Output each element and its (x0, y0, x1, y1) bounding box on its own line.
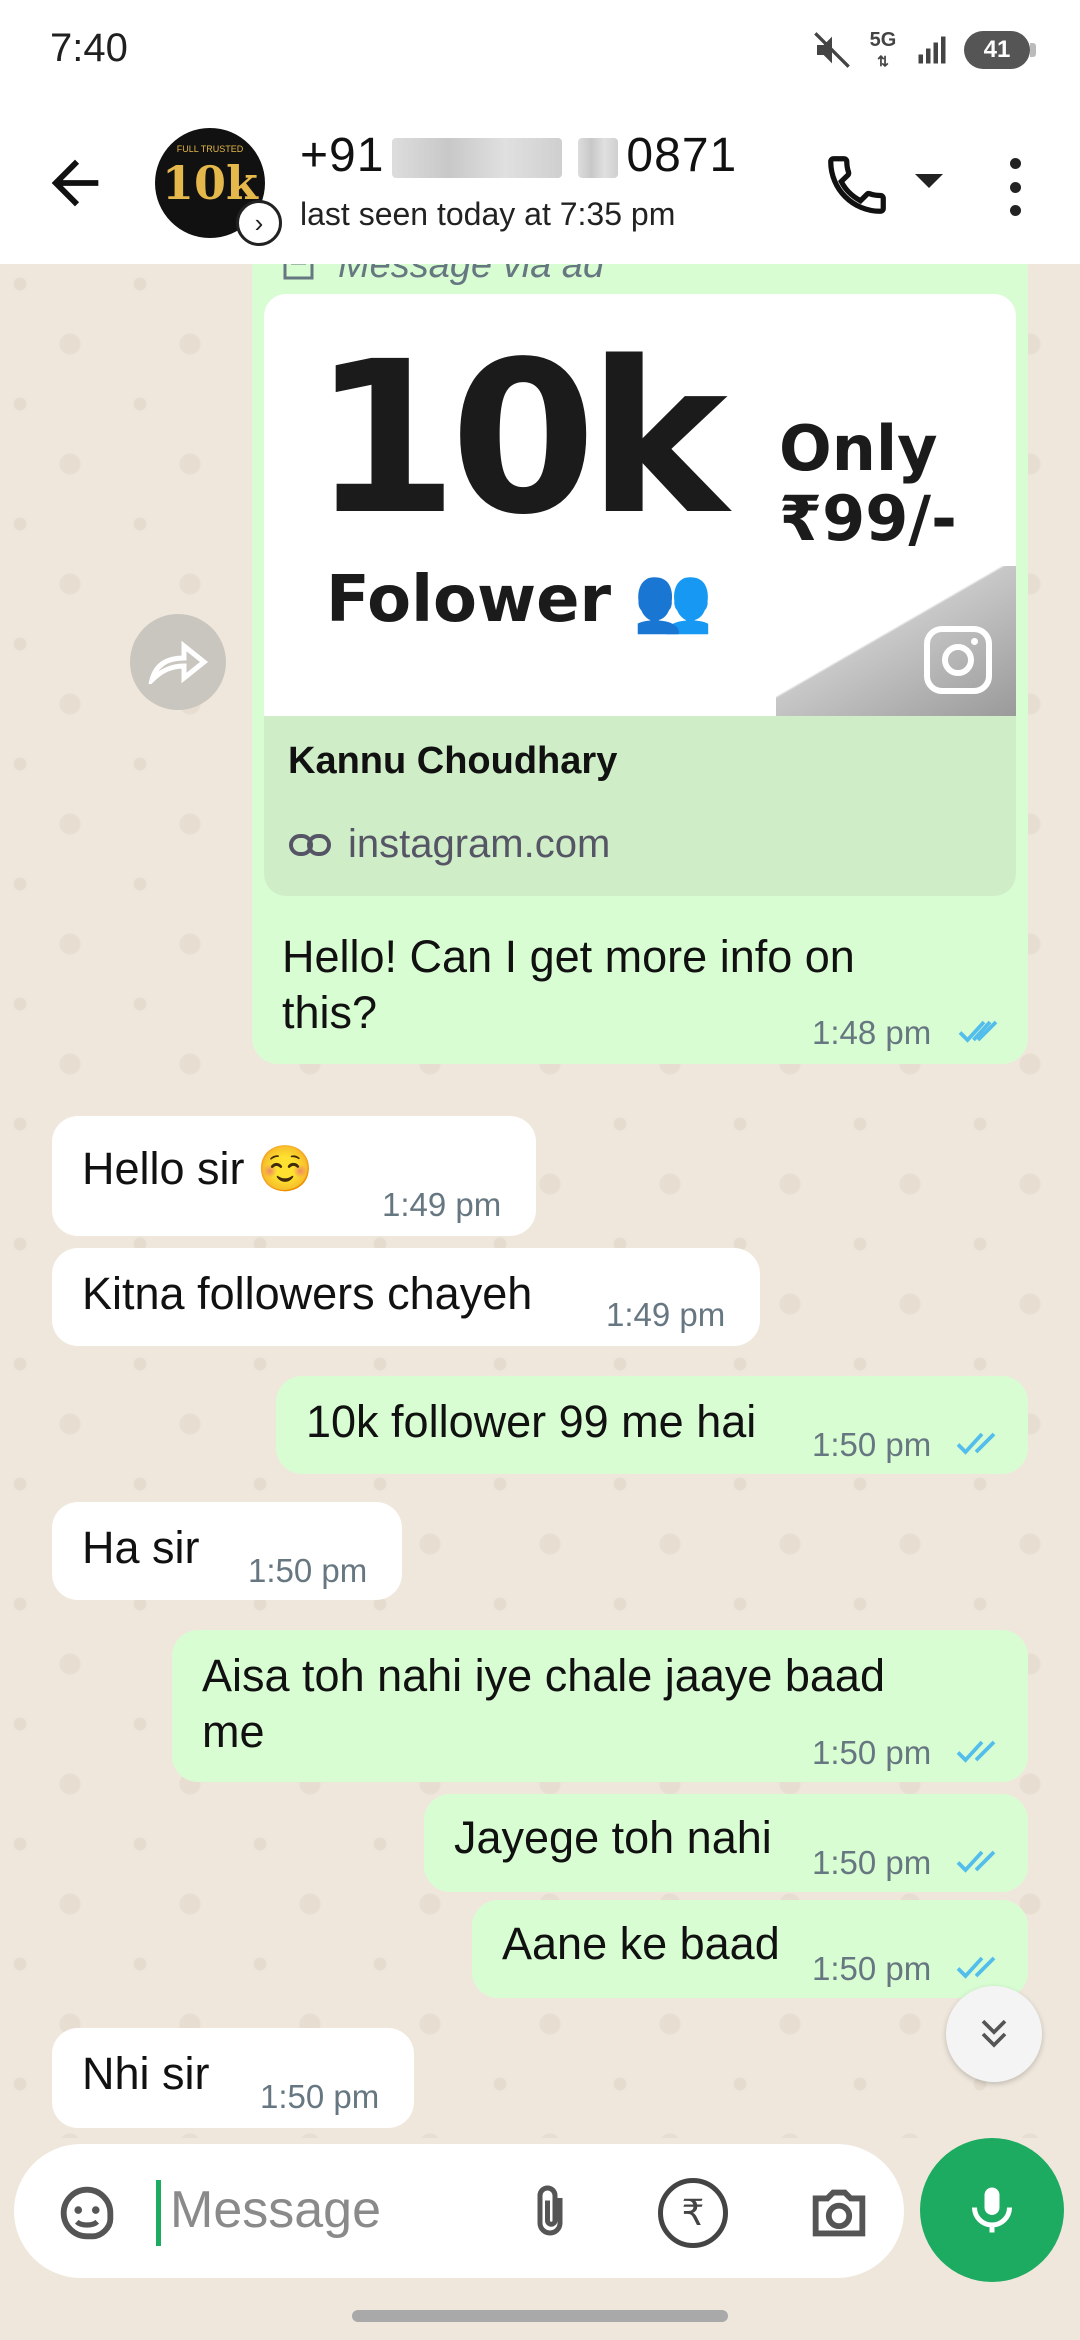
ad-image-amount: ₹99/- (779, 482, 957, 555)
outgoing-message[interactable]: 10k follower 99 me hai 1:50 pm (276, 1376, 1028, 1474)
incoming-message[interactable]: Kitna followers chayeh 1:49 pm (52, 1248, 760, 1346)
phone-prefix: +91 (300, 129, 385, 182)
link-icon (289, 833, 331, 856)
outgoing-message[interactable]: Aisa toh nahi iye chale jaaye baad me 1:… (172, 1630, 1028, 1782)
scroll-to-bottom-button[interactable] (946, 1986, 1042, 2082)
ad-image-only: Only (779, 412, 938, 485)
message-text: Nhi sir (82, 2048, 210, 2099)
message-via-ad: Message via ad (282, 264, 604, 287)
whatsapp-chat-screen: 7:40 5G ⇅ 41 FULL TRUSTED 10k › +91 0871 l… (0, 0, 1080, 2340)
message-text: Hello sir ☺️ (82, 1143, 314, 1194)
message-input[interactable] (170, 2174, 490, 2246)
voice-message-button[interactable] (920, 2138, 1064, 2282)
last-seen-status: last seen today at 7:35 pm (300, 196, 676, 232)
call-dropdown-icon[interactable] (915, 174, 943, 188)
message-time: 1:50 pm (248, 1552, 368, 1589)
message-text: Ha sir (82, 1522, 200, 1573)
message-text: Kitna followers chayeh (82, 1268, 533, 1319)
incoming-message[interactable]: Ha sir 1:50 pm (52, 1502, 402, 1600)
redacted-number (392, 138, 563, 179)
microphone-icon (972, 2187, 1012, 2233)
ad-preview-card[interactable]: 10k Folower 👥 Only ₹99/- Kannu Choudhary… (264, 294, 1016, 896)
incoming-message[interactable]: Nhi sir 1:50 pm (52, 2028, 414, 2128)
double-chevron-down-icon (981, 2019, 1007, 2048)
composer-bar: ₹ (0, 2138, 1080, 2298)
message-time: 1:50 pm (812, 1844, 932, 1881)
message-time: 1:49 pm (382, 1186, 502, 1223)
incoming-message[interactable]: Hello sir ☺️ 1:49 pm (52, 1116, 536, 1236)
network-type: 5G (869, 28, 897, 51)
read-receipt-icon (956, 1850, 996, 1873)
message-text: Jayege toh nahi (454, 1812, 772, 1863)
message-time: 1:50 pm (812, 1734, 932, 1771)
ad-title: Kannu Choudhary (288, 740, 618, 782)
read-receipt-icon (956, 1740, 996, 1763)
mute-icon (814, 32, 850, 68)
instagram-icon (924, 626, 992, 694)
outgoing-message[interactable]: Jayege toh nahi 1:50 pm (424, 1794, 1028, 1892)
attachment-icon[interactable] (520, 2178, 580, 2248)
camera-icon[interactable] (804, 2178, 874, 2248)
read-receipt-icon (956, 1432, 996, 1455)
ad-link-text: instagram.com (348, 822, 611, 866)
signal-icon (918, 36, 946, 64)
message-time: 1:48 pm (812, 1014, 932, 1051)
text-cursor (156, 2180, 161, 2246)
forward-button[interactable] (130, 614, 226, 710)
phone-call-icon[interactable] (822, 150, 892, 220)
read-receipt-icon (958, 1020, 998, 1043)
status-bar: 7:40 5G ⇅ 41 (0, 0, 1080, 100)
message-text: 10k follower 99 me hai (306, 1396, 757, 1447)
via-ad-label: Message via ad (338, 264, 605, 286)
message-text: Aane ke baad (502, 1918, 780, 1969)
chat-area[interactable]: Message via ad 10k Folower 👥 Only ₹99/- … (0, 264, 1080, 2150)
redacted-number (578, 138, 619, 179)
ad-play-icon: › (236, 200, 282, 246)
status-icons: 5G ⇅ 41 (812, 28, 1036, 72)
outgoing-message[interactable]: Aane ke baad 1:50 pm (472, 1900, 1028, 1998)
chat-header: FULL TRUSTED 10k › +91 0871 last seen tod… (0, 100, 1080, 264)
message-time: 1:49 pm (606, 1296, 726, 1333)
home-indicator[interactable] (352, 2310, 728, 2322)
message-time: 1:50 pm (260, 2078, 380, 2115)
back-arrow-icon[interactable] (40, 148, 110, 218)
sticker-emoji-icon[interactable] (52, 2178, 122, 2248)
contact-name[interactable]: +91 0871 (300, 128, 737, 183)
read-receipt-icon (956, 1956, 996, 1979)
ad-image-headline: 10k (312, 316, 728, 561)
ad-image-folower: Folower 👥 (326, 563, 714, 637)
phone-suffix: 0871 (626, 129, 738, 182)
message-input-container[interactable]: ₹ (14, 2144, 904, 2278)
ad-message-bubble[interactable]: Message via ad 10k Folower 👥 Only ₹99/- … (252, 264, 1028, 1064)
message-time: 1:50 pm (812, 1950, 932, 1987)
navigation-bar (0, 2298, 1080, 2340)
payment-rupee-icon[interactable]: ₹ (658, 2178, 728, 2248)
network-5g-icon: 5G ⇅ (869, 28, 897, 69)
status-time: 7:40 (50, 26, 128, 70)
ad-image[interactable]: 10k Folower 👥 Only ₹99/- (264, 294, 1016, 716)
message-time: 1:50 pm (812, 1426, 932, 1463)
document-icon (283, 264, 314, 279)
more-options-icon[interactable] (1000, 152, 1030, 222)
ad-image-price: Only ₹99/- (779, 414, 957, 554)
ad-link[interactable]: instagram.com (288, 822, 610, 867)
forward-icon (148, 640, 208, 684)
battery-icon: 41 (964, 31, 1036, 69)
